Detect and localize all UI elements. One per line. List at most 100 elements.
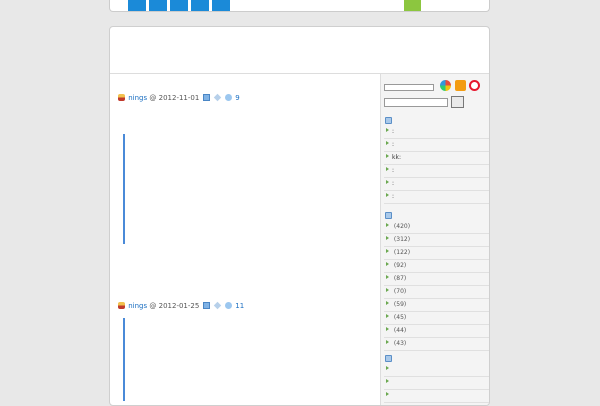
post-at-sign: @: [149, 302, 157, 310]
category-item[interactable]: (59): [384, 299, 489, 312]
post-comment-count: 9: [235, 94, 240, 102]
post-comment-count: 11: [235, 302, 245, 310]
quote-line: [134, 171, 363, 180]
nav-accent-block: [404, 0, 421, 11]
quote-line: [134, 134, 363, 143]
category-count: (44): [393, 327, 407, 334]
quote-line: [134, 226, 363, 235]
bullet-icon: [386, 223, 389, 227]
quote-line: [134, 235, 363, 244]
quote-line: [134, 382, 363, 391]
bullet-icon: [386, 236, 389, 240]
nav-tab-4[interactable]: [191, 0, 210, 11]
page-item[interactable]: [384, 377, 489, 390]
folder-icon: [202, 302, 210, 309]
bullet-icon: [386, 167, 389, 171]
recent-comment-item[interactable]: :: [384, 126, 489, 139]
category-item[interactable]: (45): [384, 312, 489, 325]
author-icon: [118, 302, 125, 309]
post-comments-link[interactable]: 9: [235, 94, 239, 102]
bullet-icon: [386, 366, 389, 370]
post-author-link[interactable]: nings: [128, 302, 147, 310]
search-input[interactable]: [384, 98, 448, 107]
quote-line: [134, 189, 363, 198]
bullet-icon: [386, 180, 389, 184]
quote-line: [134, 198, 363, 207]
recent-comment-item[interactable]: :: [384, 178, 489, 191]
pinwheel-icon[interactable]: [440, 80, 451, 91]
tag-icon: [213, 93, 221, 102]
category-item[interactable]: (87): [384, 273, 489, 286]
bullet-icon: [386, 340, 389, 344]
recent-comment-item[interactable]: :: [384, 191, 489, 204]
quote-line: [134, 327, 363, 336]
bullet-icon: [386, 275, 389, 279]
search-button[interactable]: [451, 96, 464, 108]
pages-widget-icon: [385, 355, 392, 362]
author-icon: [118, 94, 125, 101]
category-item[interactable]: (312): [384, 234, 489, 247]
quote-line: [134, 373, 363, 382]
comments-widget-icon: [385, 117, 392, 124]
quote-line: [134, 208, 363, 217]
quote-line: [134, 336, 363, 345]
top-navigation: [109, 0, 490, 12]
bullet-icon: [386, 249, 389, 253]
bullet-icon: [386, 301, 389, 305]
post-date: 2012-11-01: [158, 94, 200, 102]
quote-line: [134, 162, 363, 171]
category-item[interactable]: (92): [384, 260, 489, 273]
bullet-icon: [386, 128, 389, 132]
category-item[interactable]: (44): [384, 325, 489, 338]
quote-line: [134, 355, 363, 364]
site-header: [110, 27, 489, 74]
nav-tab-3[interactable]: [170, 0, 189, 11]
page-item[interactable]: [384, 390, 489, 403]
post-meta: nings @ 2012-11-01 9: [117, 93, 240, 102]
category-count: (59): [393, 301, 407, 308]
main-frame: nings @ 2012-11-01 9 nings @ 2012-01-25 …: [109, 26, 490, 406]
nav-tab-1[interactable]: [128, 0, 147, 11]
category-item[interactable]: (43): [384, 338, 489, 351]
quote-line: [134, 392, 363, 401]
recent-comment-item[interactable]: kk:: [384, 152, 489, 165]
quote-line: [134, 364, 363, 373]
quote-line: [134, 152, 363, 161]
weibo-icon[interactable]: [469, 80, 480, 91]
categories-widget-icon: [385, 212, 392, 219]
comment-author: kk: [392, 154, 399, 161]
post-date: 2012-01-25: [158, 302, 200, 310]
nav-tab-5[interactable]: [212, 0, 231, 11]
category-item[interactable]: (122): [384, 247, 489, 260]
comment-icon: [225, 94, 233, 101]
category-count: (92): [393, 262, 407, 269]
category-item[interactable]: (420): [384, 221, 489, 234]
bullet-icon: [386, 327, 389, 331]
post-comments-link[interactable]: 11: [235, 302, 244, 310]
category-count: (312): [393, 236, 411, 243]
subscribe-input[interactable]: [384, 84, 434, 91]
quote-line: [134, 217, 363, 226]
post-author-link[interactable]: nings: [128, 94, 147, 102]
folder-icon: [202, 94, 210, 101]
recent-comment-item[interactable]: :: [384, 139, 489, 152]
category-item[interactable]: (70): [384, 286, 489, 299]
quote-line: [134, 318, 363, 327]
category-count: (43): [393, 340, 407, 347]
tag-icon: [213, 301, 221, 310]
comment-icon: [225, 302, 233, 309]
bullet-icon: [386, 193, 389, 197]
post-at-sign: @: [149, 94, 157, 102]
bullet-icon: [386, 379, 389, 383]
post-blockquote: [123, 134, 363, 245]
bullet-icon: [386, 154, 389, 158]
quote-line: [134, 346, 363, 355]
recent-comment-item[interactable]: :: [384, 165, 489, 178]
rss-icon[interactable]: [455, 80, 466, 91]
category-count: (122): [393, 249, 411, 256]
bullet-icon: [386, 288, 389, 292]
category-count: (70): [393, 288, 407, 295]
page-item[interactable]: [384, 364, 489, 377]
bullet-icon: [386, 141, 389, 145]
nav-tab-2[interactable]: [149, 0, 168, 11]
